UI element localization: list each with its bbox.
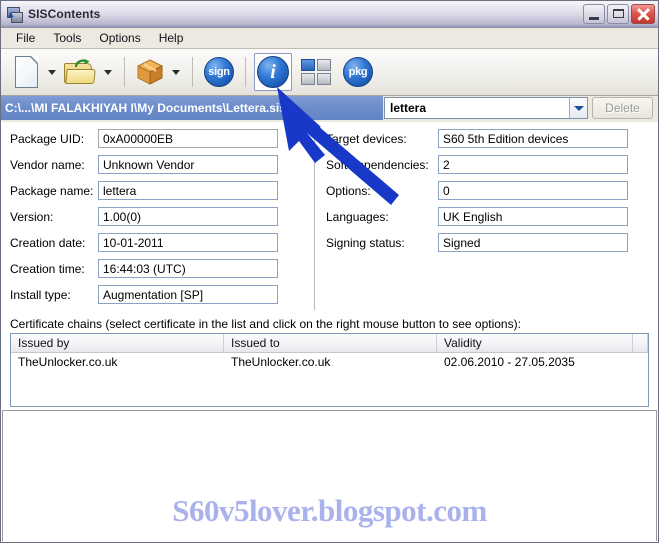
- field-options: Options: 0: [326, 180, 628, 201]
- field-soft-dependencies-label: Soft dependencies:: [326, 157, 429, 172]
- field-creation-date-label: Creation date:: [10, 235, 86, 250]
- field-creation-time-label: Creation time:: [10, 261, 85, 276]
- pkg-icon: pkg: [343, 57, 373, 87]
- close-button[interactable]: [631, 4, 655, 24]
- field-install-type: Install type: Augmentation [SP]: [10, 284, 278, 305]
- table-row[interactable]: TheUnlocker.co.uk TheUnlocker.co.uk 02.0…: [11, 353, 648, 371]
- menu-help[interactable]: Help: [152, 29, 193, 47]
- grid-squares-icon: [301, 59, 331, 85]
- field-package-name-value[interactable]: lettera: [98, 181, 278, 200]
- field-options-label: Options:: [326, 183, 371, 198]
- cell-issued-to: TheUnlocker.co.uk: [231, 355, 331, 369]
- open-folder-icon: [63, 58, 96, 86]
- maximize-button[interactable]: [607, 4, 629, 24]
- file-path-display[interactable]: C:\...\MI FALAKHIYAH I\My Documents\Lett…: [1, 96, 383, 120]
- certificate-chains-caption: Certificate chains (select certificate i…: [10, 317, 521, 331]
- new-document-button[interactable]: [10, 53, 43, 91]
- field-creation-date: Creation date: 10-01-2011: [10, 232, 278, 253]
- toolbar-separator-2: [192, 57, 193, 87]
- column-header-issued-to[interactable]: Issued to: [224, 334, 437, 352]
- package-box-icon: [136, 58, 164, 86]
- column-header-issued-by[interactable]: Issued by: [11, 334, 224, 352]
- minimize-button[interactable]: [583, 4, 605, 24]
- menu-options[interactable]: Options: [92, 29, 149, 47]
- menu-bar: File Tools Options Help: [1, 28, 658, 49]
- package-select-value: lettera: [390, 101, 427, 115]
- open-folder-dropdown-icon[interactable]: [104, 69, 112, 75]
- title-bar: SISContents: [1, 1, 658, 28]
- field-signing-status-value[interactable]: Signed: [438, 233, 628, 252]
- field-install-type-value[interactable]: Augmentation [SP]: [98, 285, 278, 304]
- field-version: Version: 1.00(0): [10, 206, 278, 227]
- new-document-dropdown-icon[interactable]: [48, 69, 56, 75]
- lower-blank-panel: [2, 411, 657, 541]
- field-signing-status: Signing status: Signed: [326, 232, 628, 253]
- path-row: C:\...\MI FALAKHIYAH I\My Documents\Lett…: [1, 96, 658, 122]
- sign-button[interactable]: sign: [201, 53, 237, 91]
- field-languages: Languages: UK English: [326, 206, 628, 227]
- field-creation-date-value[interactable]: 10-01-2011: [98, 233, 278, 252]
- pkg-button[interactable]: pkg: [340, 53, 376, 91]
- field-version-value[interactable]: 1.00(0): [98, 207, 278, 226]
- menu-file[interactable]: File: [9, 29, 44, 47]
- field-signing-status-label: Signing status:: [326, 235, 405, 250]
- field-package-uid-label: Package UID:: [10, 131, 85, 146]
- package-select[interactable]: lettera: [384, 97, 588, 119]
- contents-grid-button[interactable]: [298, 53, 334, 91]
- info-icon: i: [257, 56, 289, 88]
- field-vendor-name-label: Vendor name:: [10, 157, 85, 172]
- cell-validity: 02.06.2010 - 27.05.2035: [444, 355, 575, 369]
- certificate-list-header: Issued by Issued to Validity: [11, 334, 648, 353]
- open-folder-button[interactable]: [60, 53, 99, 91]
- field-install-type-label: Install type:: [10, 287, 71, 302]
- column-divider: [314, 128, 315, 310]
- main-content: Package UID: 0xA00000EB Vendor name: Unk…: [1, 122, 658, 542]
- field-options-value[interactable]: 0: [438, 181, 628, 200]
- field-version-label: Version:: [10, 209, 54, 224]
- field-languages-label: Languages:: [326, 209, 389, 224]
- package-button[interactable]: [133, 53, 167, 91]
- toolbar-separator-3: [245, 57, 246, 87]
- field-target-devices: Target devices: S60 5th Edition devices: [326, 128, 628, 149]
- sis-app-icon: [6, 6, 23, 23]
- field-package-name: Package name: lettera: [10, 180, 278, 201]
- new-document-icon: [13, 55, 40, 89]
- package-dropdown-icon[interactable]: [172, 69, 180, 75]
- folder-refresh-arrow-icon: [75, 59, 90, 68]
- toolbar-separator-1: [124, 57, 125, 87]
- field-target-devices-value[interactable]: S60 5th Edition devices: [438, 129, 628, 148]
- info-button[interactable]: i: [254, 53, 292, 91]
- window-title: SISContents: [28, 7, 101, 21]
- toolbar: sign i pkg: [1, 49, 658, 96]
- chevron-down-icon[interactable]: [569, 98, 587, 118]
- certificate-list[interactable]: Issued by Issued to Validity TheUnlocker…: [10, 333, 649, 407]
- field-package-uid-value[interactable]: 0xA00000EB: [98, 129, 278, 148]
- field-soft-dependencies-value[interactable]: 2: [438, 155, 628, 174]
- field-creation-time-value[interactable]: 16:44:03 (UTC): [98, 259, 278, 278]
- field-languages-value[interactable]: UK English: [438, 207, 628, 226]
- menu-tools[interactable]: Tools: [46, 29, 90, 47]
- field-vendor-name: Vendor name: Unknown Vendor: [10, 154, 278, 175]
- package-info-form: Package UID: 0xA00000EB Vendor name: Unk…: [1, 122, 658, 312]
- field-vendor-name-value[interactable]: Unknown Vendor: [98, 155, 278, 174]
- field-creation-time: Creation time: 16:44:03 (UTC): [10, 258, 278, 279]
- field-package-uid: Package UID: 0xA00000EB: [10, 128, 278, 149]
- cell-issued-by: TheUnlocker.co.uk: [18, 355, 118, 369]
- field-target-devices-label: Target devices:: [326, 131, 407, 146]
- delete-button[interactable]: Delete: [592, 97, 653, 119]
- column-header-filler: [633, 334, 648, 352]
- field-soft-dependencies: Soft dependencies: 2: [326, 154, 628, 175]
- sign-icon: sign: [204, 57, 234, 87]
- column-header-validity[interactable]: Validity: [437, 334, 633, 352]
- window-controls: [583, 4, 655, 24]
- sis-contents-window: SISContents File Tools Options Help sign…: [0, 0, 659, 543]
- field-package-name-label: Package name:: [10, 183, 94, 198]
